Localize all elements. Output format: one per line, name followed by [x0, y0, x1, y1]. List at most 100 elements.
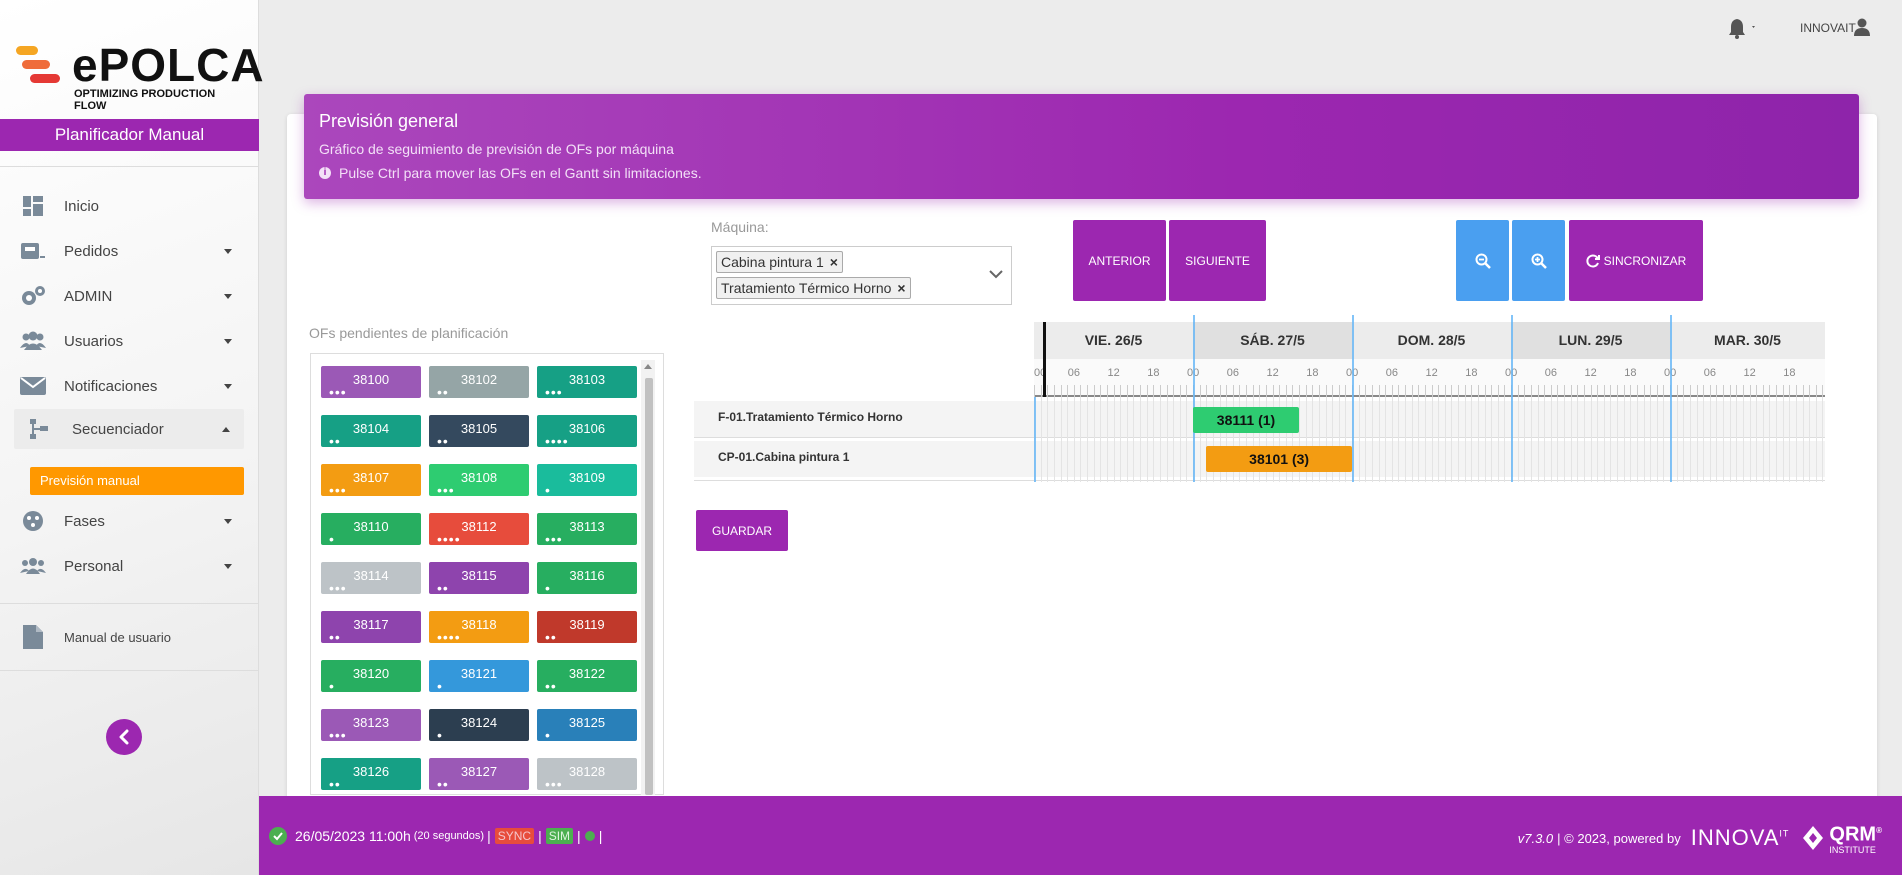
- remove-chip-icon[interactable]: ×: [897, 278, 905, 298]
- pending-scrollbar[interactable]: [641, 360, 655, 795]
- user-icon[interactable]: [1854, 18, 1870, 36]
- of-chip-38114[interactable]: 38114 •••: [321, 562, 421, 595]
- gantt-tick: [1239, 385, 1241, 397]
- sidebar-item-pedidos[interactable]: Pedidos: [0, 231, 259, 271]
- gantt-gridline: [1113, 397, 1115, 482]
- of-chip-38116[interactable]: 38116 •: [537, 562, 637, 595]
- sidebar-item-fases[interactable]: Fases: [0, 501, 259, 541]
- bell-icon: [1729, 19, 1755, 39]
- epolca-logo[interactable]: ePOLCA OPTIMIZING PRODUCTION FLOW: [16, 39, 264, 112]
- gantt-tick: [1060, 385, 1062, 397]
- of-chip-38127[interactable]: 38127 ••: [429, 758, 529, 791]
- gantt-gridline: [1073, 397, 1075, 482]
- sidebar-item-personal[interactable]: Personal: [0, 546, 259, 586]
- sidebar-item-secuenciador[interactable]: Secuenciador: [14, 409, 244, 449]
- of-chip-38120[interactable]: 38120 •: [321, 660, 421, 693]
- of-chip-38105[interactable]: 38105 ••: [429, 415, 529, 448]
- sidebar-item-admin[interactable]: ADMIN: [0, 276, 259, 316]
- gantt-tick: [1385, 385, 1387, 397]
- of-chip-38110[interactable]: 38110 •: [321, 513, 421, 546]
- collapse-sidebar-button[interactable]: [106, 719, 142, 755]
- of-chip-38102[interactable]: 38102 ••: [429, 366, 529, 399]
- gantt-gridline: [1802, 397, 1804, 482]
- sidebar-item-notificaciones[interactable]: Notificaciones: [0, 366, 259, 406]
- of-chip-38128[interactable]: 38128 •••: [537, 758, 637, 791]
- machine-chip: Cabina pintura 1 ×: [716, 251, 843, 273]
- of-chip-38113[interactable]: 38113 •••: [537, 513, 637, 546]
- zoom-in-button[interactable]: [1512, 220, 1565, 301]
- gantt-tick: [1166, 385, 1168, 397]
- gantt-gridline: [1497, 397, 1499, 482]
- scroll-thumb[interactable]: [645, 378, 653, 795]
- of-chip-38104[interactable]: 38104 ••: [321, 415, 421, 448]
- gantt-day-divider: [1511, 315, 1513, 482]
- scroll-up-icon[interactable]: [644, 364, 652, 369]
- user-menu[interactable]: INNOVAIT: [1800, 21, 1856, 35]
- of-chip-38100[interactable]: 38100 •••: [321, 366, 421, 399]
- of-chip-38108[interactable]: 38108 •••: [429, 464, 529, 497]
- of-chip-38109[interactable]: 38109 •: [537, 464, 637, 497]
- previous-button[interactable]: ANTERIOR: [1073, 220, 1166, 301]
- gantt-tick: [1206, 385, 1208, 397]
- gantt-gridline: [1365, 397, 1367, 482]
- gantt-tick: [1517, 385, 1519, 397]
- gantt-gridline: [1795, 397, 1797, 482]
- of-chip-38126[interactable]: 38126 ••: [321, 758, 421, 791]
- qrm-mark-icon: [1803, 826, 1824, 850]
- version-text: v7.3.0: [1517, 830, 1554, 846]
- notifications-bell-button[interactable]: [1728, 17, 1758, 39]
- of-chip-38123[interactable]: 38123 •••: [321, 709, 421, 742]
- gantt-tick: [1212, 385, 1214, 397]
- gantt-gridline: [1451, 397, 1453, 482]
- gantt-hour-header: 0006121800061218000612180006121800061218: [1034, 359, 1825, 397]
- remove-chip-icon[interactable]: ×: [830, 252, 838, 272]
- sidebar-item-usuarios[interactable]: Usuarios: [0, 321, 259, 361]
- of-chip-38117[interactable]: 38117 ••: [321, 611, 421, 644]
- of-chip-38112[interactable]: 38112 ••••: [429, 513, 529, 546]
- gantt-gridline: [1663, 397, 1665, 482]
- gantt-tick: [1689, 385, 1691, 397]
- fases-icon: [20, 510, 46, 532]
- sidebar-item-inicio[interactable]: Inicio: [0, 186, 259, 226]
- gantt-gridline: [1100, 397, 1102, 482]
- zoom-out-button[interactable]: [1456, 220, 1509, 301]
- of-chip-38107[interactable]: 38107 •••: [321, 464, 421, 497]
- gantt-gridline: [1736, 397, 1738, 482]
- of-chip-38115[interactable]: 38115 ••: [429, 562, 529, 595]
- gantt-gridline: [1418, 397, 1420, 482]
- save-button[interactable]: GUARDAR: [696, 510, 788, 551]
- gantt-hour-label: 12: [1107, 367, 1120, 379]
- gantt-tick: [1451, 385, 1453, 397]
- innova-logo[interactable]: INNOVAIT: [1691, 825, 1790, 851]
- gantt-tick: [1795, 385, 1797, 397]
- machine-multiselect[interactable]: Cabina pintura 1 × Tratamiento Térmico H…: [711, 246, 1012, 305]
- gantt-task[interactable]: 38111 (1): [1193, 407, 1299, 433]
- gantt-gridline: [1153, 397, 1155, 482]
- of-chip-38125[interactable]: 38125 •: [537, 709, 637, 742]
- of-chip-38118[interactable]: 38118 ••••: [429, 611, 529, 644]
- sidebar-subitem-prevision-manual[interactable]: Previsión manual: [30, 467, 244, 495]
- innova-logo-sup: IT: [1779, 828, 1790, 839]
- of-chip-38121[interactable]: 38121 •: [429, 660, 529, 693]
- of-chip-label: 38125: [568, 715, 606, 730]
- of-chip-dots: •••: [545, 384, 563, 400]
- of-chip-38122[interactable]: 38122 ••: [537, 660, 637, 693]
- gantt-gridline: [1723, 397, 1724, 482]
- sync-button[interactable]: SINCRONIZAR: [1569, 220, 1703, 301]
- gantt-task[interactable]: 38101 (3): [1206, 446, 1352, 472]
- of-chip-38124[interactable]: 38124 •: [429, 709, 529, 742]
- gantt-gridline: [1815, 397, 1817, 482]
- next-button[interactable]: SIGUIENTE: [1169, 220, 1266, 301]
- gantt-gridline: [1530, 397, 1532, 482]
- gantt-hour-label: 12: [1743, 367, 1756, 379]
- qrm-logo[interactable]: QRM® INSTITUTE: [1801, 821, 1882, 855]
- of-chip-label: 38107: [352, 470, 390, 485]
- of-chip-38106[interactable]: 38106 ••••: [537, 415, 637, 448]
- of-chip-38103[interactable]: 38103 •••: [537, 366, 637, 400]
- dashboard-icon: [20, 195, 46, 217]
- chevron-down-icon[interactable]: [989, 269, 1003, 279]
- of-chip-label: 38128: [568, 764, 606, 779]
- of-chip-label: 38124: [460, 715, 498, 730]
- of-chip-38119[interactable]: 38119 ••: [537, 611, 637, 644]
- sidebar-item-manual[interactable]: Manual de usuario: [0, 617, 259, 657]
